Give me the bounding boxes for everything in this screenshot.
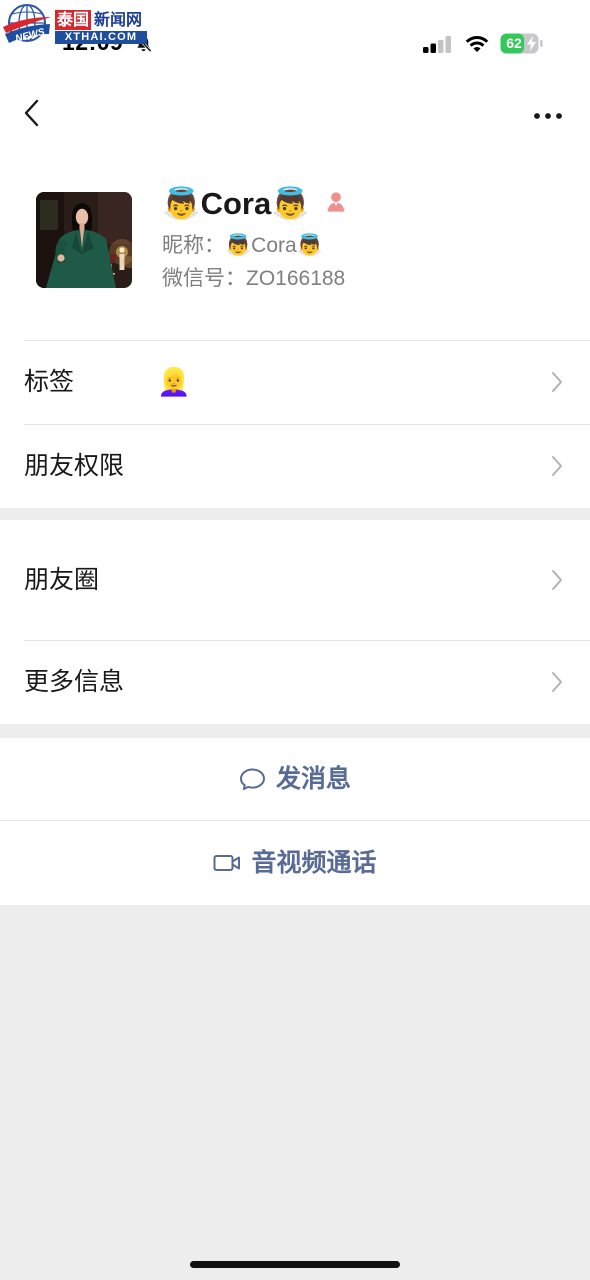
send-message-label: 发消息 <box>275 765 351 793</box>
row-label-moments: 朋友圈 <box>24 566 100 594</box>
signal-bar <box>423 47 429 53</box>
wifi-icon <box>464 33 490 53</box>
display-name: 👼Cora👼 <box>162 186 310 221</box>
chevron-left-icon[interactable] <box>22 98 42 128</box>
signal-bar <box>438 40 444 53</box>
logo-title-highlight: 泰国 <box>54 8 93 31</box>
logo-url: XTHAI.COM <box>55 31 147 44</box>
wechat-id-line: 微信号：ZO166188 <box>162 264 345 294</box>
wechat-id-label: 微信号： <box>162 267 246 290</box>
settings-group-moments-more: 朋友圈 更多信息 <box>0 520 590 724</box>
avatar[interactable] <box>36 192 132 288</box>
nickname-value: 👼Cora👼 <box>225 234 323 257</box>
tag-value-emoji: 👱‍♀️ <box>157 367 191 397</box>
female-gender-icon <box>324 190 348 214</box>
nickname-line: 昵称：👼Cora👼 <box>162 231 323 261</box>
row-more-info[interactable]: 更多信息 <box>0 640 590 724</box>
battery-percent: 62 <box>506 35 522 51</box>
video-call-button[interactable]: 音视频通话 <box>0 820 590 905</box>
row-tags[interactable]: 标签 👱‍♀️ <box>0 340 590 424</box>
send-message-button[interactable]: 发消息 <box>0 738 590 820</box>
logo-title: 泰国 新闻网 <box>54 8 143 31</box>
more-dots-icon[interactable] <box>532 108 564 119</box>
chevron-right-icon <box>551 569 563 591</box>
charging-bolt-icon <box>527 36 536 51</box>
video-call-label: 音视频通话 <box>251 848 377 877</box>
nickname-label: 昵称： <box>162 234 225 257</box>
cellular-signal-icon <box>423 35 452 53</box>
profile-name-row: 👼Cora👼 <box>162 184 348 224</box>
chat-bubble-icon <box>239 767 266 791</box>
logo-title-rest: 新闻网 <box>94 9 143 29</box>
chevron-right-icon <box>551 455 563 477</box>
row-label-tags: 标签 <box>24 368 75 396</box>
signal-bar <box>430 43 436 53</box>
contact-actions: 发消息 音视频通话 <box>0 738 590 905</box>
video-call-icon <box>213 853 241 873</box>
row-label-more-info: 更多信息 <box>24 668 125 696</box>
row-moments[interactable]: 朋友圈 <box>0 520 590 640</box>
row-friend-permissions[interactable]: 朋友权限 <box>0 424 590 508</box>
chevron-right-icon <box>551 671 563 693</box>
globe-logo-icon: NEWS <box>3 4 51 45</box>
row-label-friend-permissions: 朋友权限 <box>24 452 125 480</box>
site-watermark-logo: NEWS 泰国 新闻网 XTHAI.COM <box>2 3 148 45</box>
wechat-contact-profile-screen: NEWS 泰国 新闻网 XTHAI.COM 12:09 <box>0 0 590 1280</box>
wechat-id-value: ZO166188 <box>246 267 346 290</box>
chevron-right-icon <box>551 371 563 393</box>
signal-bar <box>445 36 451 53</box>
settings-group-tags-permissions: 标签 👱‍♀️ 朋友权限 <box>0 340 590 508</box>
home-indicator[interactable] <box>190 1261 400 1268</box>
battery-icon: 62 <box>500 33 544 54</box>
